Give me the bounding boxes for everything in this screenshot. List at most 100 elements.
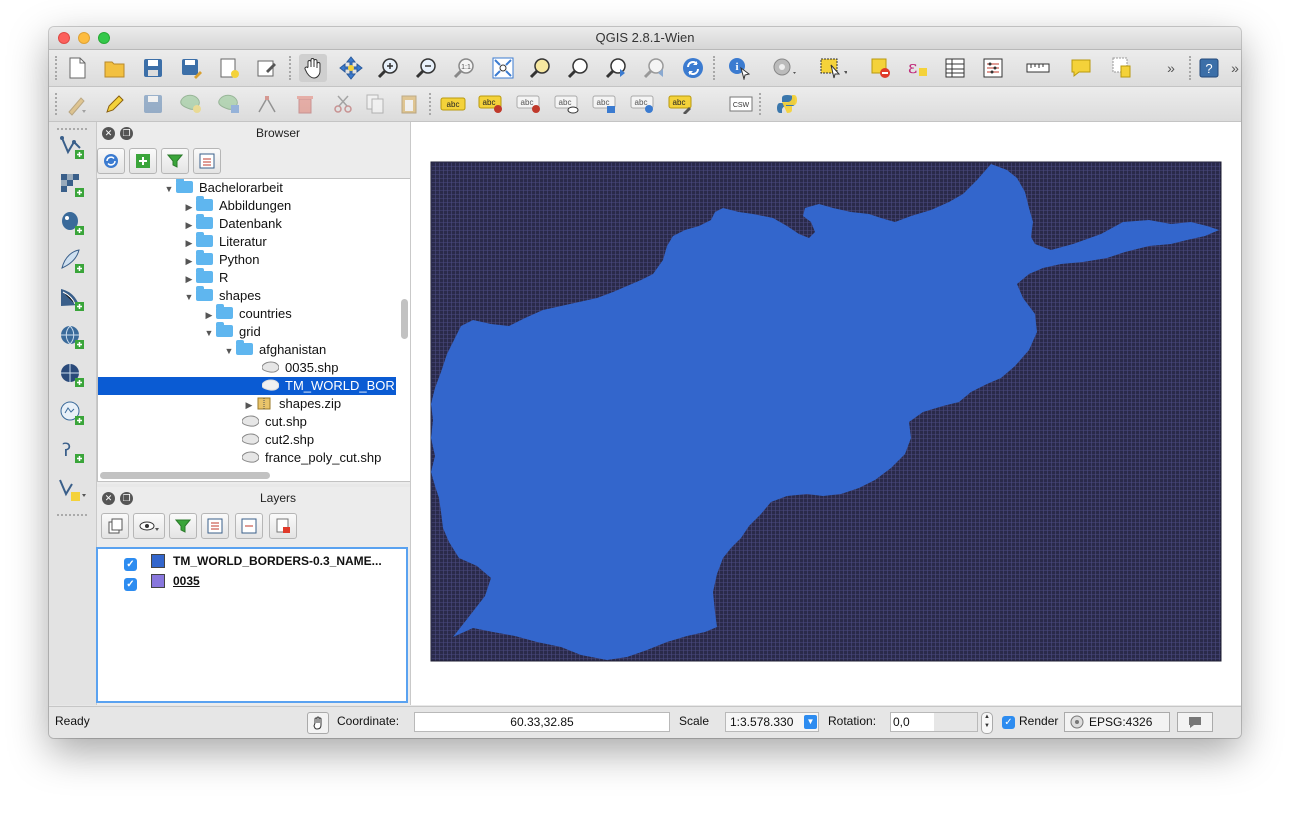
refresh-icon[interactable]	[679, 54, 707, 82]
add-vector-layer-icon[interactable]	[57, 132, 87, 162]
refresh-browser-icon[interactable]	[97, 148, 125, 174]
expand-arrow-icon[interactable]: ▶	[182, 234, 196, 252]
composer-manager-icon[interactable]	[253, 54, 281, 82]
tree-item-abbildungen[interactable]: ▶ Abbildungen	[182, 196, 291, 216]
toolbar-grip[interactable]	[57, 128, 87, 130]
tree-item-cut-shp[interactable]: cut.shp	[241, 413, 307, 431]
show-hide-labels-icon[interactable]: abc	[553, 90, 581, 118]
layer-labeling-options-icon[interactable]: abc	[439, 90, 467, 118]
remove-layer-icon[interactable]	[269, 513, 297, 539]
new-print-composer-icon[interactable]	[215, 54, 243, 82]
zoom-in-icon[interactable]	[375, 54, 403, 82]
deselect-features-icon[interactable]	[867, 54, 895, 82]
new-bookmark-icon[interactable]	[1107, 54, 1135, 82]
expand-arrow-icon[interactable]: ▼	[202, 324, 216, 342]
tree-item-grid[interactable]: ▼ grid	[202, 322, 261, 342]
expand-arrow-icon[interactable]: ▼	[222, 342, 236, 360]
expand-arrow-icon[interactable]: ▼	[182, 288, 196, 306]
zoom-out-icon[interactable]	[413, 54, 441, 82]
rotate-label-icon[interactable]: abc	[629, 90, 657, 118]
close-panel-icon[interactable]: ✕	[102, 492, 115, 505]
toolbar-grip[interactable]	[759, 93, 764, 115]
tree-item-datenbank[interactable]: ▶ Datenbank	[182, 214, 282, 234]
expand-arrow-icon[interactable]: ▶	[242, 396, 256, 414]
layer-visibility-checkbox[interactable]: ✓	[124, 578, 137, 591]
horizontal-scrollbar[interactable]	[100, 472, 270, 479]
collapse-all-icon[interactable]	[193, 148, 221, 174]
float-panel-icon[interactable]: ❐	[120, 492, 133, 505]
node-tool-icon[interactable]	[253, 90, 281, 118]
pin-labels-icon[interactable]: abc	[477, 90, 505, 118]
rotation-stepper[interactable]: ▲ ▼	[981, 712, 993, 734]
toolbar-overflow-icon[interactable]: »	[1221, 54, 1241, 82]
expand-arrow-icon[interactable]: ▶	[182, 216, 196, 234]
tree-item-countries[interactable]: ▶ countries	[202, 304, 292, 324]
expand-arrow-icon[interactable]: ▶	[202, 306, 216, 324]
tree-item-r[interactable]: ▶ R	[182, 268, 228, 288]
add-mssql-layer-icon[interactable]	[57, 284, 87, 314]
add-wfs-layer-icon[interactable]	[57, 398, 87, 428]
float-panel-icon[interactable]: ❐	[120, 127, 133, 140]
current-edits-icon[interactable]	[63, 90, 91, 118]
scale-combobox[interactable]: 1:3.578.330 ▼	[725, 712, 819, 732]
open-project-icon[interactable]	[101, 54, 129, 82]
move-label-icon[interactable]: abc	[591, 90, 619, 118]
open-layer-styling-icon[interactable]	[101, 513, 129, 539]
select-features-icon[interactable]	[819, 54, 847, 82]
close-panel-icon[interactable]: ✕	[102, 127, 115, 140]
zoom-last-icon[interactable]	[603, 54, 631, 82]
zoom-to-selection-icon[interactable]	[527, 54, 555, 82]
toolbar-grip[interactable]	[55, 56, 60, 80]
save-project-icon[interactable]	[139, 54, 167, 82]
add-wcs-layer-icon[interactable]	[57, 360, 87, 390]
help-icon[interactable]: ?	[1195, 54, 1223, 82]
cut-features-icon[interactable]	[329, 90, 357, 118]
filter-browser-icon[interactable]	[161, 148, 189, 174]
map-tips-icon[interactable]	[1067, 54, 1095, 82]
save-layer-edits-icon[interactable]	[139, 90, 167, 118]
zoom-full-icon[interactable]	[489, 54, 517, 82]
measure-line-icon[interactable]	[1025, 54, 1053, 82]
crs-status-button[interactable]: EPSG:4326	[1064, 712, 1170, 732]
expand-arrow-icon[interactable]: ▼	[162, 180, 176, 198]
toolbar-overflow-icon[interactable]: »	[1157, 54, 1185, 82]
zoom-to-layer-icon[interactable]	[565, 54, 593, 82]
paste-features-icon[interactable]	[395, 90, 423, 118]
expand-arrow-icon[interactable]: ▶	[182, 252, 196, 270]
layer-visibility-checkbox[interactable]: ✓	[124, 558, 137, 571]
tree-item-python[interactable]: ▶ Python	[182, 250, 259, 270]
tree-item-0035-shp[interactable]: 0035.shp	[261, 359, 339, 377]
add-postgis-layer-icon[interactable]	[57, 208, 87, 238]
coordinate-field[interactable]: 60.33,32.85	[414, 712, 670, 732]
tree-item-france-poly-cut-shp[interactable]: france_poly_cut.shp	[241, 449, 381, 467]
identify-features-icon[interactable]: i	[725, 54, 753, 82]
delete-selected-icon[interactable]	[291, 90, 319, 118]
add-feature-icon[interactable]	[177, 90, 205, 118]
toolbar-grip[interactable]	[1189, 56, 1194, 80]
toolbar-grip[interactable]	[713, 56, 718, 80]
add-spatialite-layer-icon[interactable]	[57, 246, 87, 276]
chevron-down-icon[interactable]: ▼	[804, 715, 817, 729]
statistical-summary-icon[interactable]	[979, 54, 1007, 82]
pan-to-selection-icon[interactable]	[337, 54, 365, 82]
expand-arrow-icon[interactable]: ▶	[182, 198, 196, 216]
toggle-extents-mouse-icon[interactable]	[307, 712, 329, 734]
toggle-editing-icon[interactable]	[101, 90, 129, 118]
highlight-pinned-labels-icon[interactable]: abc	[515, 90, 543, 118]
collapse-all-layers-icon[interactable]	[235, 513, 263, 539]
change-label-icon[interactable]: abc	[667, 90, 695, 118]
tree-item-tm-world-borders[interactable]: TM_WORLD_BOR	[98, 377, 396, 395]
toolbar-grip[interactable]	[289, 56, 294, 80]
layer-item-tm-world-borders[interactable]: ✓ TM_WORLD_BORDERS-0.3_NAME...	[124, 552, 382, 571]
zoom-native-resolution-icon[interactable]: 1:1	[451, 54, 479, 82]
expand-arrow-icon[interactable]: ▶	[182, 270, 196, 288]
filter-legend-icon[interactable]	[169, 513, 197, 539]
field-calculator-icon[interactable]: ε	[903, 54, 931, 82]
new-project-icon[interactable]	[63, 54, 91, 82]
pan-map-icon[interactable]	[299, 54, 327, 82]
toolbar-grip[interactable]	[55, 93, 60, 115]
csw-search-icon[interactable]: CSW	[727, 90, 755, 118]
add-raster-layer-icon[interactable]	[57, 170, 87, 200]
zoom-next-icon[interactable]	[641, 54, 669, 82]
tree-item-literatur[interactable]: ▶ Literatur	[182, 232, 267, 252]
